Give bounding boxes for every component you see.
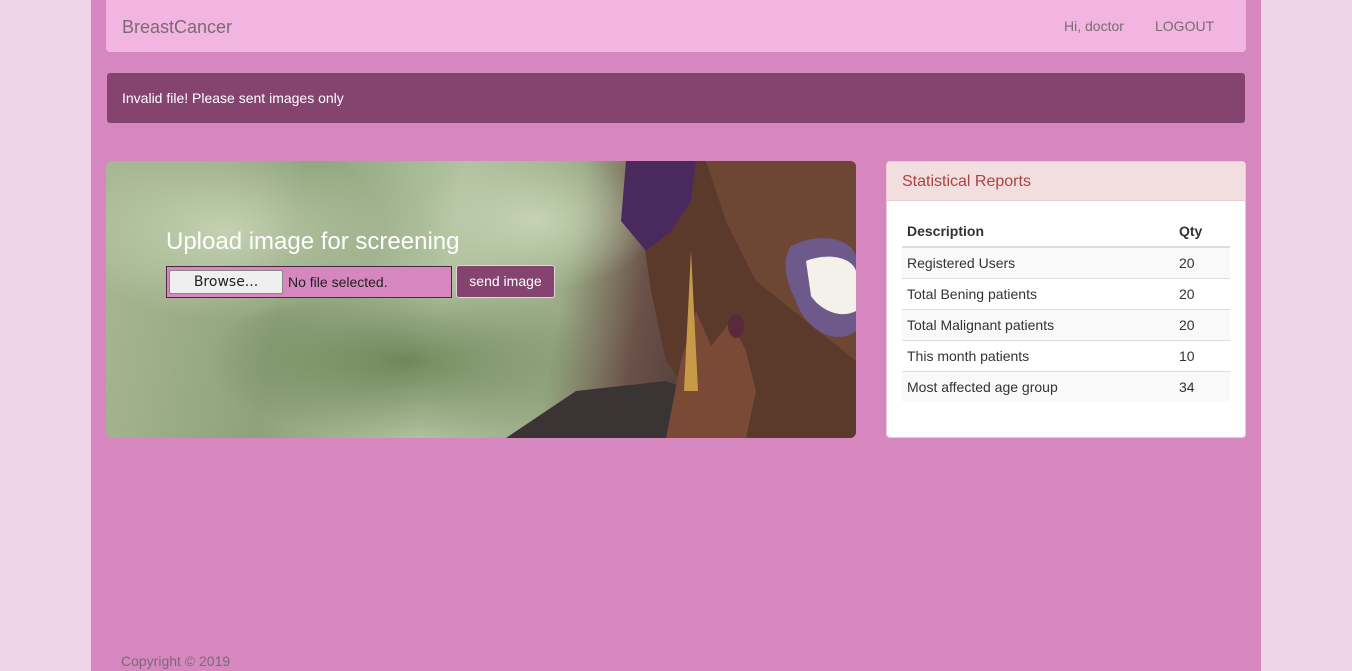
navbar: BreastCancer Hi, doctor LOGOUT bbox=[106, 0, 1246, 52]
table-row: Total Malignant patients 20 bbox=[902, 308, 1230, 340]
column-header-qty: Qty bbox=[1174, 216, 1230, 248]
table-row: Registered Users 20 bbox=[902, 247, 1230, 278]
row-qty: 20 bbox=[1174, 247, 1230, 278]
file-input[interactable]: Browse... No file selected. bbox=[166, 266, 452, 298]
user-greeting[interactable]: Hi, doctor bbox=[1064, 18, 1124, 34]
upload-title: Upload image for screening bbox=[166, 228, 460, 255]
upload-hero: Upload image for screening Browse... No … bbox=[106, 161, 856, 438]
row-description: Registered Users bbox=[902, 247, 1174, 278]
send-image-button[interactable]: send image bbox=[456, 265, 555, 298]
row-qty: 20 bbox=[1174, 277, 1230, 309]
footer-copyright: Copyright © 2019 bbox=[121, 653, 231, 669]
table-row: Most affected age group 34 bbox=[902, 370, 1230, 402]
file-status-text: No file selected. bbox=[288, 274, 388, 290]
panel-heading: Statistical Reports bbox=[887, 162, 1245, 201]
row-description: This month patients bbox=[902, 339, 1174, 371]
table-row: This month patients 10 bbox=[902, 339, 1230, 371]
table-header-row: Description Qty bbox=[902, 216, 1230, 248]
alert-message: Invalid file! Please sent images only bbox=[122, 90, 344, 106]
panel-title: Statistical Reports bbox=[902, 173, 1031, 190]
row-description: Most affected age group bbox=[902, 370, 1174, 402]
column-header-description: Description bbox=[902, 216, 1174, 248]
statistical-reports-panel: Statistical Reports Description Qty Regi… bbox=[886, 161, 1246, 438]
error-alert: Invalid file! Please sent images only bbox=[107, 73, 1245, 123]
stats-table: Description Qty Registered Users 20 Tota… bbox=[902, 216, 1230, 402]
brand-link[interactable]: BreastCancer bbox=[122, 17, 232, 38]
row-qty: 34 bbox=[1174, 370, 1230, 402]
hero-background-photo bbox=[106, 161, 856, 438]
page-container: BreastCancer Hi, doctor LOGOUT Invalid f… bbox=[91, 0, 1261, 671]
browse-button[interactable]: Browse... bbox=[169, 270, 283, 294]
row-qty: 10 bbox=[1174, 339, 1230, 371]
logout-link[interactable]: LOGOUT bbox=[1155, 18, 1214, 34]
row-description: Total Malignant patients bbox=[902, 308, 1174, 340]
row-description: Total Bening patients bbox=[902, 277, 1174, 309]
row-qty: 20 bbox=[1174, 308, 1230, 340]
table-row: Total Bening patients 20 bbox=[902, 277, 1230, 309]
